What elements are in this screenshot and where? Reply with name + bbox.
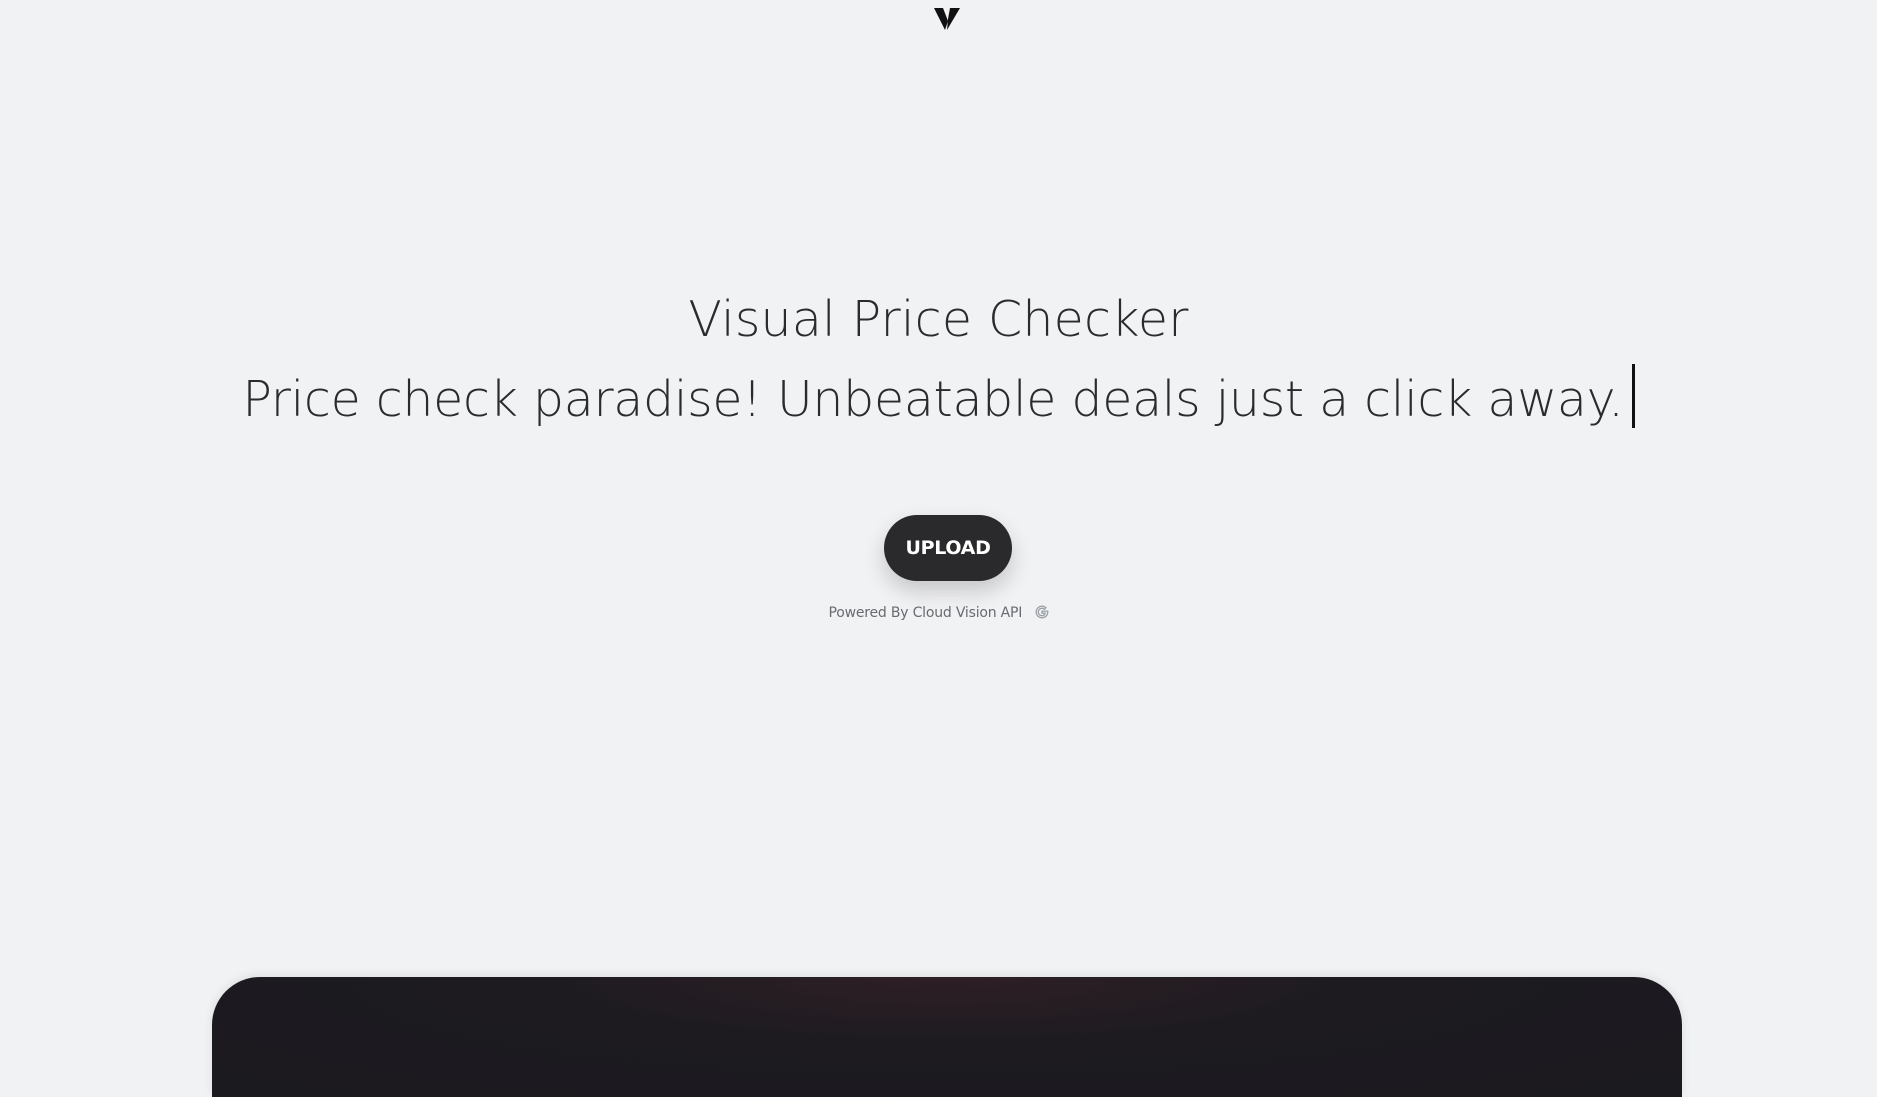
hero-section: Visual Price Checker Price check paradis… bbox=[0, 290, 1877, 435]
typing-cursor bbox=[1631, 364, 1635, 428]
upload-button[interactable]: UPLOAD bbox=[884, 515, 1012, 581]
powered-by-note: Powered By Cloud Vision API bbox=[0, 605, 1877, 621]
tagline-line: Price check paradise! Unbeatable deals j… bbox=[0, 364, 1877, 435]
tagline-text: Price check paradise! Unbeatable deals j… bbox=[242, 371, 1624, 428]
preview-panel bbox=[212, 977, 1682, 1097]
google-g-icon bbox=[1035, 605, 1048, 619]
v-logo-icon[interactable] bbox=[934, 8, 960, 30]
page-title: Visual Price Checker bbox=[688, 291, 1189, 348]
powered-by-text: Powered By Cloud Vision API bbox=[828, 605, 1023, 621]
